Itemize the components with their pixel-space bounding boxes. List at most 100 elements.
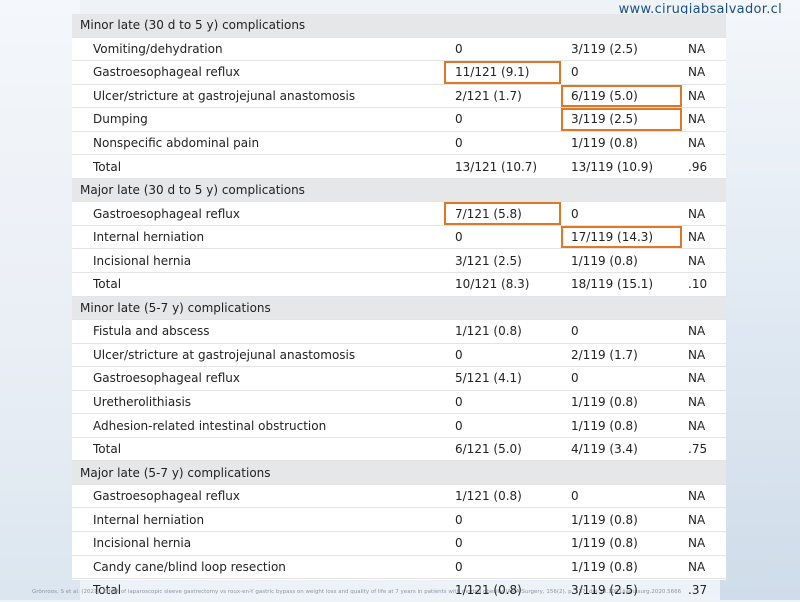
section-title: Major late (30 d to 5 y) complications bbox=[72, 177, 726, 202]
cell-c2: 18/119 (15.1) bbox=[565, 272, 686, 297]
cell-value: 13/119 (10.9) bbox=[571, 159, 654, 174]
cell-c2: 1/119 (0.8) bbox=[565, 130, 686, 155]
cell-c1: 0 bbox=[448, 224, 565, 249]
cell-c3: NA bbox=[686, 36, 726, 61]
table-row: Gastroesophageal reflux 1/121 (0.8) 0 NA bbox=[72, 483, 726, 508]
row-label: Gastroesophageal reflux bbox=[72, 366, 448, 391]
cell-value: NA bbox=[688, 230, 706, 245]
table-row: Total 6/121 (5.0) 4/119 (3.4) .75 bbox=[72, 436, 726, 461]
cell-value: 3/119 (2.5) bbox=[571, 112, 638, 127]
row-label: Candy cane/blind loop resection bbox=[72, 554, 448, 579]
section-title: Minor late (5-7 y) complications bbox=[72, 295, 726, 320]
cell-c3: NA bbox=[686, 389, 726, 414]
table-row: Total 13/121 (10.7) 13/119 (10.9) .96 bbox=[72, 154, 726, 179]
cell-value: NA bbox=[688, 395, 706, 410]
cell-value: 11/121 (9.1) bbox=[455, 65, 530, 80]
cell-value: NA bbox=[688, 418, 706, 433]
cell-c2: 13/119 (10.9) bbox=[565, 154, 686, 179]
cell-c2: 1/119 (0.8) bbox=[565, 507, 686, 532]
complications-table: Minor late (30 d to 5 y) complications Vo… bbox=[72, 14, 726, 602]
cell-c3: NA bbox=[686, 248, 726, 273]
cell-value: NA bbox=[688, 559, 706, 574]
cell-value: 1/119 (0.8) bbox=[571, 559, 638, 574]
row-label: Internal herniation bbox=[72, 224, 448, 249]
row-label: Gastroesophageal reflux bbox=[72, 201, 448, 226]
cell-value: .10 bbox=[688, 277, 708, 292]
cell-value: 2/119 (1.7) bbox=[571, 347, 638, 362]
cell-c1: 0 bbox=[448, 130, 565, 155]
table-row: Incisional hernia 3/121 (2.5) 1/119 (0.8) N… bbox=[72, 248, 726, 273]
cell-c1: 0 bbox=[448, 342, 565, 367]
cell-value: .75 bbox=[688, 442, 708, 457]
cell-c2: 0 bbox=[565, 201, 686, 226]
cell-value: 10/121 (8.3) bbox=[455, 277, 530, 292]
cell-value: 3/121 (2.5) bbox=[455, 253, 522, 268]
cell-value: 0 bbox=[571, 65, 579, 80]
cell-c3: .37 bbox=[686, 578, 726, 602]
row-label: Incisional hernia bbox=[72, 248, 448, 273]
table-row: Candy cane/blind loop resection 0 1/119 (0… bbox=[72, 554, 726, 579]
cell-c1: 0 bbox=[448, 531, 565, 556]
row-label: Internal herniation bbox=[72, 507, 448, 532]
cell-value: 0 bbox=[571, 206, 579, 221]
cell-value: 0 bbox=[455, 418, 463, 433]
cell-c1: 0 bbox=[448, 413, 565, 438]
complications-table-card: Minor late (30 d to 5 y) complications Vo… bbox=[72, 14, 726, 602]
cell-value: 6/121 (5.0) bbox=[455, 442, 522, 457]
row-label: Ulcer/stricture at gastrojejunal anastom… bbox=[72, 83, 448, 108]
cell-c2: 1/119 (0.8) bbox=[565, 531, 686, 556]
row-label: Dumping bbox=[72, 107, 448, 132]
section-header-row: Major late (30 d to 5 y) complications bbox=[72, 177, 726, 202]
cell-c2: 6/119 (5.0) bbox=[561, 83, 686, 108]
table-row: Internal herniation 0 1/119 (0.8) NA bbox=[72, 507, 726, 532]
row-label: Total bbox=[72, 154, 448, 179]
cell-value: NA bbox=[688, 536, 706, 551]
cell-value: 1/119 (0.8) bbox=[571, 536, 638, 551]
cell-c1: 6/121 (5.0) bbox=[448, 436, 565, 461]
cell-value: NA bbox=[688, 324, 706, 339]
complications-table-body: Minor late (30 d to 5 y) complications Vo… bbox=[72, 14, 726, 602]
cell-c1: 11/121 (9.1) bbox=[444, 60, 565, 85]
cell-value: 0 bbox=[571, 324, 579, 339]
cell-value: 0 bbox=[455, 512, 463, 527]
cell-c3: .96 bbox=[686, 154, 726, 179]
cell-value: 1/121 (0.8) bbox=[455, 324, 522, 339]
cell-c2: 0 bbox=[565, 60, 686, 85]
row-label: Total bbox=[72, 436, 448, 461]
cell-value: 7/121 (5.8) bbox=[455, 206, 522, 221]
background-left-panel bbox=[0, 0, 80, 600]
row-label: Gastroesophageal reflux bbox=[72, 60, 448, 85]
cell-c1: 2/121 (1.7) bbox=[448, 83, 565, 108]
cell-c2: 1/119 (0.8) bbox=[565, 248, 686, 273]
cell-c3: NA bbox=[686, 60, 726, 85]
table-row: Fistula and abscess 1/121 (0.8) 0 NA bbox=[72, 319, 726, 344]
cell-value: 0 bbox=[455, 112, 463, 127]
row-label: Uretherolithiasis bbox=[72, 389, 448, 414]
table-row: Gastroesophageal reflux 7/121 (5.8) 0 NA bbox=[72, 201, 726, 226]
cell-value: .37 bbox=[688, 583, 708, 598]
section-header-row: Minor late (30 d to 5 y) complications bbox=[72, 14, 726, 38]
cell-c3: NA bbox=[686, 554, 726, 579]
cell-c1: 10/121 (8.3) bbox=[448, 272, 565, 297]
cell-value: NA bbox=[688, 88, 706, 103]
cell-value: 1/121 (0.8) bbox=[455, 583, 522, 598]
row-label: Incisional hernia bbox=[72, 531, 448, 556]
cell-value: 1/119 (0.8) bbox=[571, 136, 638, 150]
cell-c2: 4/119 (3.4) bbox=[565, 436, 686, 461]
cell-c2: 17/119 (14.3) bbox=[561, 224, 686, 249]
table-row: Ulcer/stricture at gastrojejunal anastom… bbox=[72, 342, 726, 367]
cell-value: NA bbox=[688, 347, 706, 362]
table-row: Incisional hernia 0 1/119 (0.8) NA bbox=[72, 531, 726, 556]
cell-value: 2/121 (1.7) bbox=[455, 88, 522, 103]
table-row: Vomiting/dehydration 0 3/119 (2.5) NA bbox=[72, 36, 726, 61]
cell-c3: NA bbox=[686, 224, 726, 249]
row-label: Gastroesophageal reflux bbox=[72, 483, 448, 508]
cell-value: 0 bbox=[455, 395, 463, 410]
cell-c3: NA bbox=[686, 130, 726, 155]
cell-c1: 0 bbox=[448, 107, 565, 132]
cell-c3: NA bbox=[686, 531, 726, 556]
background-right-panel bbox=[720, 0, 800, 600]
cell-c2: 1/119 (0.8) bbox=[565, 413, 686, 438]
cell-value: 0 bbox=[571, 489, 579, 504]
cell-c3: NA bbox=[686, 107, 726, 132]
